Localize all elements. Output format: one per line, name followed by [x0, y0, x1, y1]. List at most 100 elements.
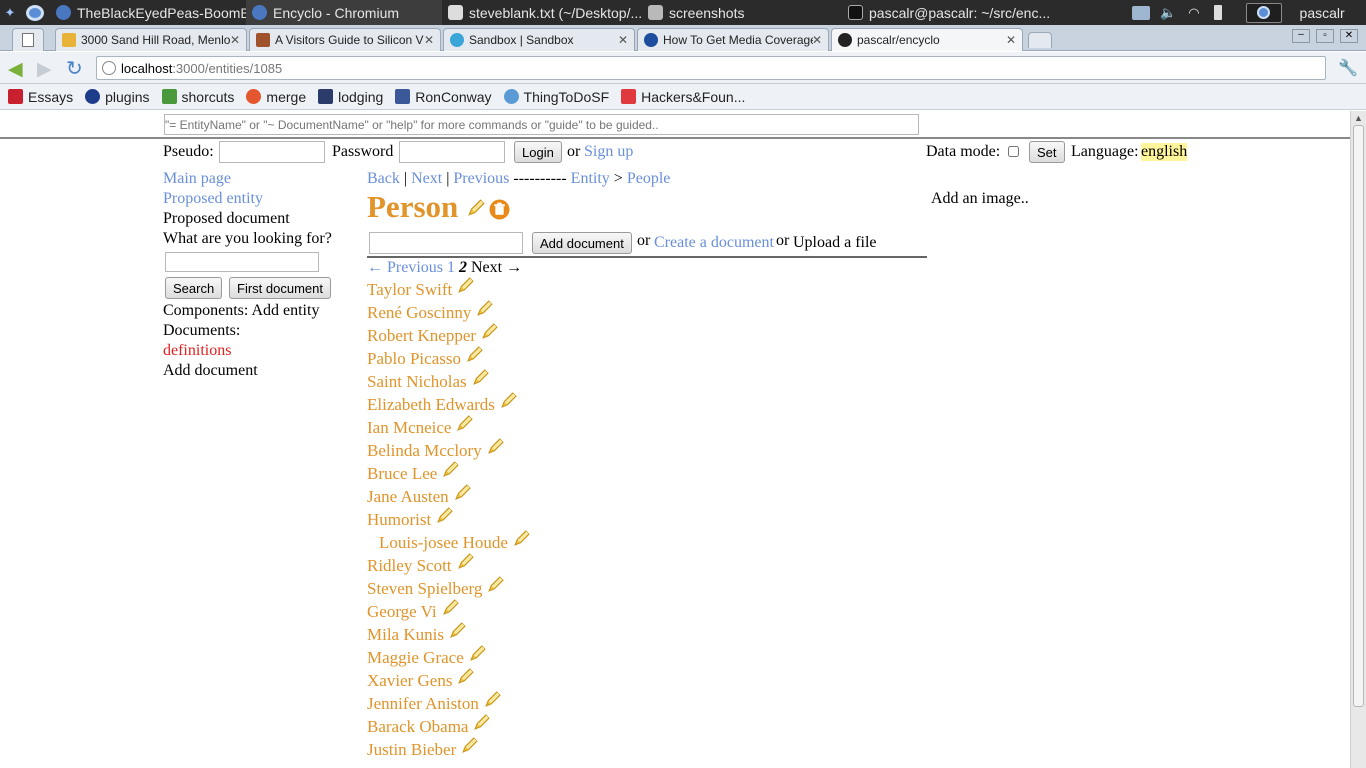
edit-pencil-icon[interactable] [487, 438, 504, 454]
bookmark-shorcuts[interactable]: shorcuts [161, 89, 234, 105]
language-value[interactable]: english [1141, 143, 1188, 161]
entity-link[interactable]: René Goscinny [367, 303, 471, 322]
entity-link[interactable]: Robert Knepper [367, 326, 476, 345]
address-bar[interactable]: localhost:3000/entities/1085 [96, 56, 1326, 80]
volume-icon[interactable]: 🔈 [1160, 5, 1176, 21]
username-label[interactable]: pascalr [1300, 5, 1345, 21]
bookmark-ronconway[interactable]: RonConway [395, 89, 492, 105]
entity-link[interactable]: Barack Obama [367, 717, 468, 736]
edit-pencil-icon[interactable] [442, 461, 460, 477]
close-tab-icon[interactable]: ✕ [618, 33, 628, 47]
add-image-link[interactable]: Add an image.. [931, 190, 1029, 208]
tab-encyclo[interactable]: pascalr/encyclo ✕ [831, 28, 1023, 51]
previous-link[interactable]: Previous [453, 170, 509, 187]
edit-pencil-icon[interactable] [467, 199, 485, 217]
edit-pencil-icon[interactable] [487, 576, 505, 592]
taskbar-app-encyclo[interactable]: Encyclo - Chromium [246, 0, 442, 25]
entity-link[interactable]: Taylor Swift [367, 280, 452, 299]
entity-link[interactable]: Louis-josee Houde [379, 533, 508, 552]
back-link[interactable]: Back [367, 170, 400, 187]
components-label[interactable]: Components: Add entity [163, 302, 319, 320]
close-tab-icon[interactable]: ✕ [230, 33, 240, 47]
system-menu-icon[interactable]: ✦ [0, 0, 20, 25]
tab-media-coverage[interactable]: How To Get Media Coverage ✕ [637, 28, 829, 51]
bookmark-thingtodosf[interactable]: ThingToDoSF [503, 89, 609, 105]
taskbar-app-music[interactable]: TheBlackEyedPeas-BoomB... [50, 0, 246, 25]
entity-link[interactable]: Mila Kunis [367, 625, 444, 644]
new-tab-page-icon[interactable] [12, 28, 44, 51]
bookmark-hackers-founders[interactable]: Hackers&Foun... [621, 89, 745, 105]
edit-pencil-icon[interactable] [457, 553, 474, 569]
edit-pencil-icon[interactable] [473, 714, 491, 730]
edit-pencil-icon[interactable] [466, 346, 483, 362]
network-icon[interactable] [1132, 5, 1150, 20]
entity-link[interactable]: Ian Mcneice [367, 418, 451, 437]
taskbar-app-terminal[interactable]: pascalr@pascalr: ~/src/enc... [842, 0, 1122, 25]
entity-link[interactable]: George Vi [367, 602, 437, 621]
taskbar-app-folder[interactable]: screenshots [642, 0, 842, 25]
wrench-menu-icon[interactable]: 🔧 [1338, 58, 1358, 78]
edit-pencil-icon[interactable] [461, 737, 478, 753]
bookmark-essays[interactable]: Essays [8, 89, 73, 105]
add-document-button[interactable]: Add document [532, 232, 632, 254]
taskbar-app-text-editor[interactable]: steveblank.txt (~/Desktop/... [442, 0, 642, 25]
people-link[interactable]: People [627, 170, 671, 187]
minimize-window-icon[interactable]: – [1292, 29, 1310, 43]
edit-pencil-icon[interactable] [513, 530, 530, 546]
delete-trash-icon[interactable] [489, 199, 510, 220]
entity-link[interactable]: Saint Nicholas [367, 372, 467, 391]
edit-pencil-icon[interactable] [457, 277, 474, 293]
search-button[interactable]: Search [165, 277, 223, 299]
command-input[interactable] [164, 114, 919, 135]
edit-pencil-icon[interactable] [500, 392, 517, 408]
edit-pencil-icon[interactable] [442, 599, 459, 615]
entity-link[interactable]: Elizabeth Edwards [367, 395, 495, 414]
maximize-window-icon[interactable]: ▫ [1316, 29, 1334, 43]
reload-icon[interactable]: ↻ [66, 56, 83, 81]
chromium-tray-icon[interactable] [1245, 2, 1282, 23]
entity-link[interactable]: Pablo Picasso [367, 349, 461, 368]
edit-pencil-icon[interactable] [469, 645, 486, 661]
scroll-up-arrow-icon[interactable]: ▲ [1354, 113, 1363, 123]
signup-link[interactable]: Sign up [584, 143, 633, 161]
battery-icon[interactable] [1213, 5, 1222, 20]
password-input[interactable] [399, 141, 505, 163]
entity-link[interactable]: Maggie Grace [367, 648, 464, 667]
next-link[interactable]: Next [411, 170, 442, 187]
vertical-scrollbar[interactable]: ▲ [1350, 111, 1366, 768]
chromium-launcher-icon[interactable] [26, 4, 44, 21]
close-tab-icon[interactable]: ✕ [1006, 33, 1016, 47]
main-page-link[interactable]: Main page [163, 170, 231, 188]
bookmark-plugins[interactable]: plugins [85, 89, 150, 105]
entity-link[interactable]: Entity [571, 170, 610, 187]
edit-pencil-icon[interactable] [472, 369, 489, 385]
sidebar-search-input[interactable] [165, 252, 319, 272]
close-tab-icon[interactable]: ✕ [424, 33, 434, 47]
tab-sand-hill-road[interactable]: 3000 Sand Hill Road, Menlo ✕ [55, 28, 247, 51]
forward-arrow-icon[interactable]: ▶ [37, 58, 52, 81]
data-mode-checkbox[interactable] [1008, 146, 1019, 157]
entity-link[interactable]: Humorist [367, 510, 431, 529]
entity-link[interactable]: Xavier Gens [367, 671, 452, 690]
definitions-link[interactable]: definitions [163, 342, 231, 360]
entity-link[interactable]: Belinda Mcclory [367, 441, 482, 460]
pagination-previous-link[interactable]: ← Previous [367, 259, 443, 276]
login-button[interactable]: Login [514, 141, 562, 163]
bookmark-merge[interactable]: merge [246, 89, 306, 105]
scroll-thumb[interactable] [1353, 125, 1364, 707]
add-document-link[interactable]: Add document [163, 362, 258, 380]
proposed-entity-link[interactable]: Proposed entity [163, 190, 263, 208]
entity-link[interactable]: Jennifer Aniston [367, 694, 479, 713]
edit-pencil-icon[interactable] [457, 668, 475, 684]
edit-pencil-icon[interactable] [436, 507, 453, 523]
create-document-link[interactable]: Create a document [654, 234, 774, 252]
set-button[interactable]: Set [1029, 141, 1065, 163]
pseudo-input[interactable] [219, 141, 325, 163]
entity-link[interactable]: Ridley Scott [367, 556, 452, 575]
pagination-next-link[interactable]: Next → [471, 259, 522, 276]
entity-link[interactable]: Steven Spielberg [367, 579, 482, 598]
wifi-icon[interactable]: ◠ [1188, 5, 1199, 21]
bookmark-lodging[interactable]: lodging [318, 89, 383, 105]
first-document-button[interactable]: First document [229, 277, 331, 299]
pagination-page-1-link[interactable]: 1 [447, 259, 455, 276]
